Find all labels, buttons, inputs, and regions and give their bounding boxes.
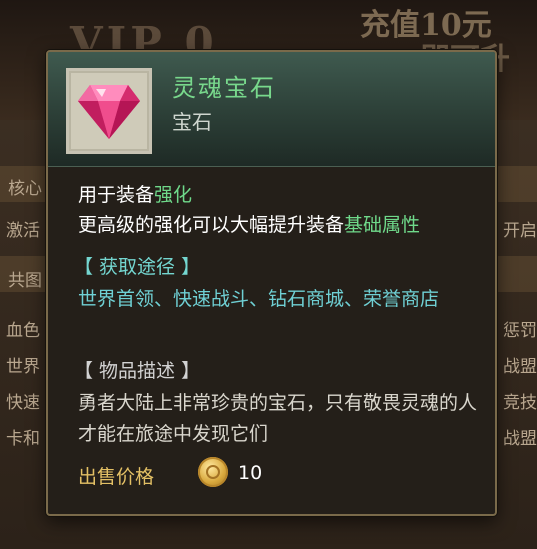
background-row-label: 核心 [8,179,42,199]
sell-price-value: 10 [238,462,263,484]
background-row-label: 卡和 [6,429,40,449]
item-tooltip: 灵魂宝石 宝石 用于装备强化 更高级的强化可以大幅提升装备基础属性 【 获取途径… [46,50,497,516]
usage-text: 用于装备 [78,184,155,206]
item-name: 灵魂宝石 [172,74,276,102]
background-row-label: 快速 [6,393,40,413]
gold-coin-icon [198,457,228,487]
tooltip-header: 灵魂宝石 宝石 [48,52,495,167]
usage-line-1: 用于装备强化 [78,180,192,210]
sell-price-label: 出售价格 [78,466,155,488]
background-row-label: 共图 [8,271,42,291]
background-row-label: 血色 [6,321,40,341]
acquire-section-title: 【 获取途径 】 [74,256,201,278]
background-row-label: 战盟 [503,429,537,449]
background-row-label: 战盟 [503,357,537,377]
background-row-label: 惩罚 [503,321,537,341]
item-type: 宝石 [172,110,212,134]
item-description: 勇者大陆上非常珍贵的宝石，只有敬畏灵魂的人才能在旅途中发现它们 [78,392,478,445]
pink-gem-icon [78,85,140,139]
description-section-title: 【 物品描述 】 [74,360,201,382]
background-row-label: 世界 [6,357,40,377]
usage-highlight: 基础属性 [344,214,421,236]
usage-line-2: 更高级的强化可以大幅提升装备基础属性 [78,210,420,240]
background-row-label: 开启 [503,221,537,241]
background-row-label: 竞技 [503,393,537,413]
background-row-label: 激活 [6,221,40,241]
usage-text: 更高级的强化可以大幅提升装备 [78,214,345,236]
item-icon-frame [66,68,152,154]
usage-highlight: 强化 [154,184,193,206]
acquire-sources: 世界首领、快速战斗、钻石商城、荣誉商店 [78,288,440,310]
